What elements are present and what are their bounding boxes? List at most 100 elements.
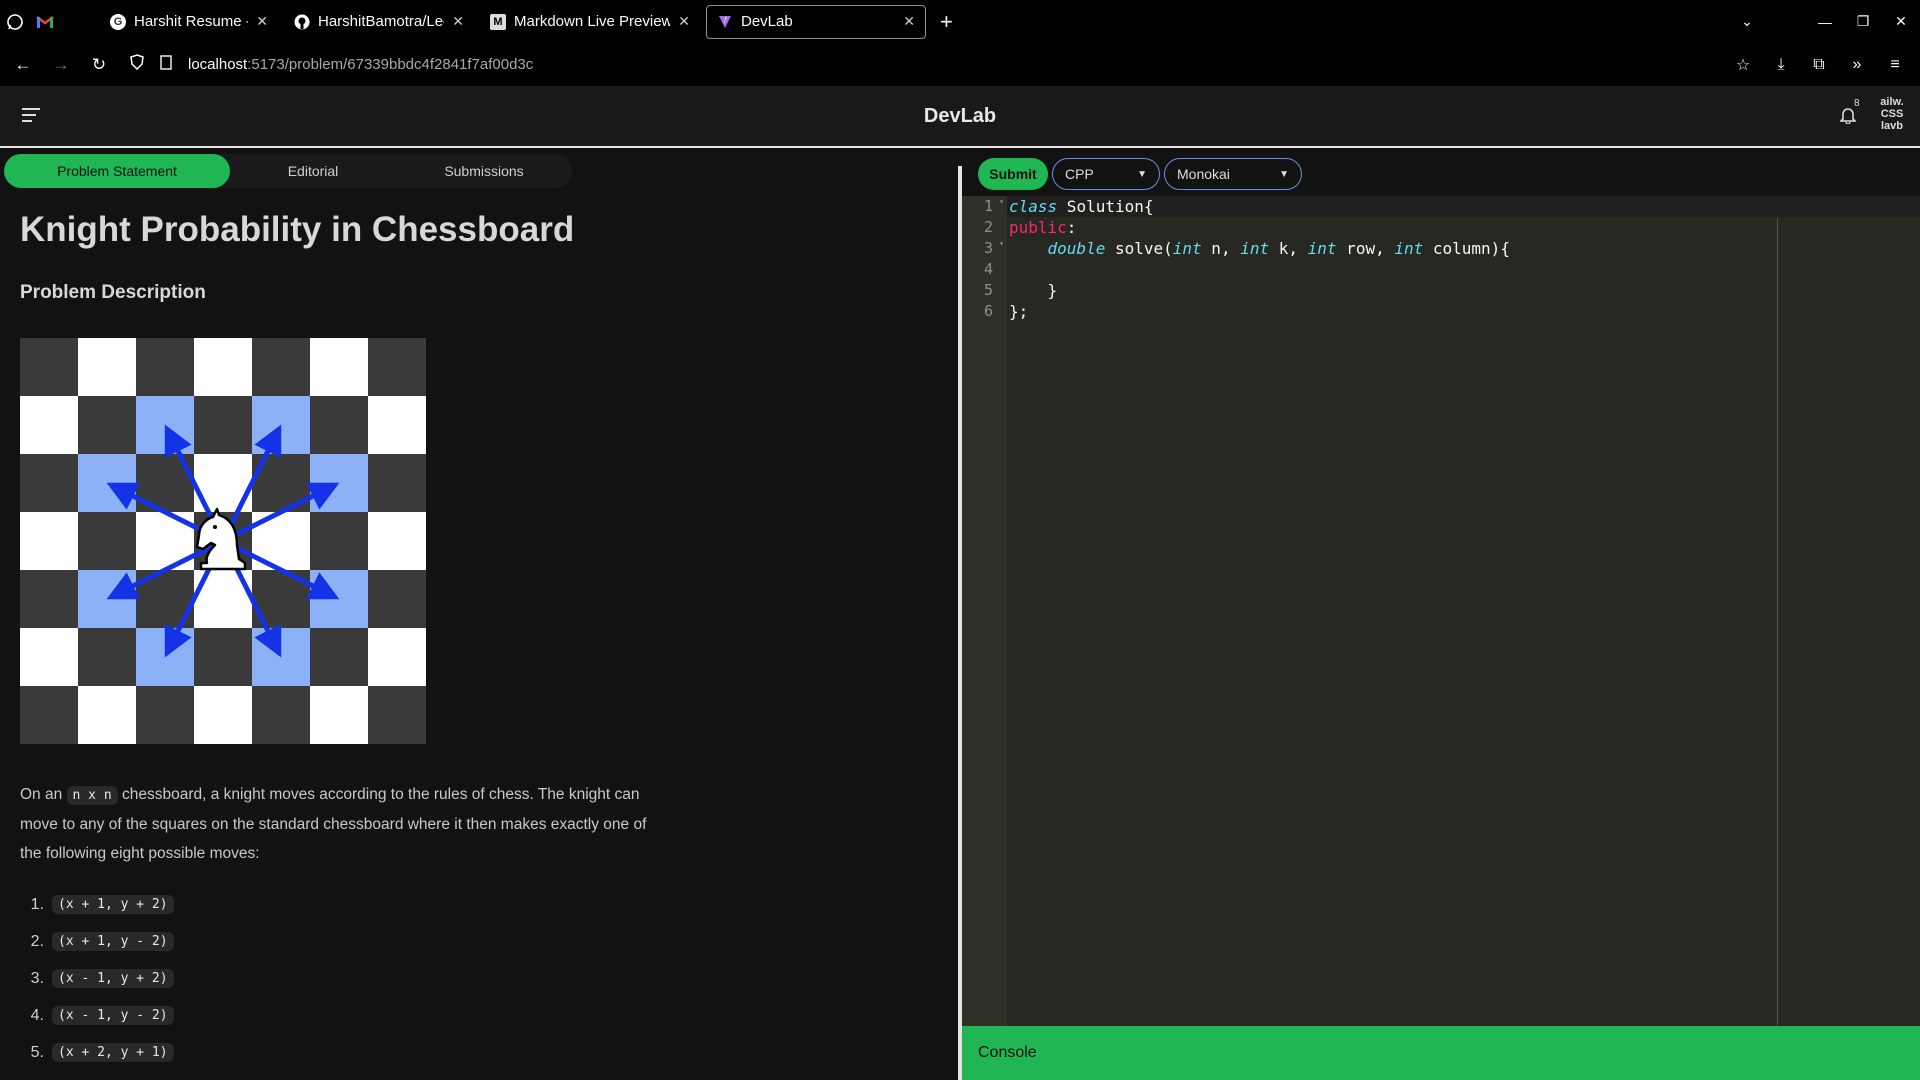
github-icon <box>294 14 310 30</box>
new-tab-button[interactable]: + <box>940 9 953 35</box>
close-tab-icon[interactable]: ✕ <box>678 13 690 30</box>
console-label: Console <box>978 1044 1037 1061</box>
overflow-chevron-icon[interactable]: » <box>1838 56 1876 74</box>
board-square <box>310 338 368 396</box>
board-square <box>78 686 136 744</box>
url-bar[interactable]: localhost:5173/problem/67339bbdc4f2841f7… <box>188 56 533 73</box>
avatar[interactable]: ailw. CSS lavb <box>1872 96 1912 138</box>
board-square <box>252 628 310 686</box>
close-tab-icon[interactable]: ✕ <box>452 13 464 30</box>
browser-tab-resume[interactable]: G Harshit Resume - Online ✕ <box>100 5 278 39</box>
language-value: CPP <box>1065 166 1094 182</box>
console-toggle[interactable]: Console <box>962 1026 1920 1080</box>
board-square <box>310 628 368 686</box>
move-code: (x - 1, y + 2) <box>52 969 174 988</box>
gmail-pinned-tab[interactable] <box>30 0 60 43</box>
notifications-button[interactable]: 8 <box>1839 98 1860 129</box>
problem-content: Knight Probability in Chessboard Problem… <box>20 210 660 1071</box>
list-number: 5. <box>30 1043 44 1061</box>
line-number: 3 ▾ <box>983 239 1004 257</box>
back-icon[interactable]: ← <box>4 55 42 75</box>
app-menu-icon[interactable]: ≡ <box>1876 56 1914 74</box>
tab-title: DevLab <box>741 13 793 30</box>
chevron-down-icon: ▼ <box>1137 168 1147 180</box>
board-square <box>194 396 252 454</box>
google-icon: G <box>110 13 126 30</box>
tab-editorial[interactable]: Editorial <box>230 154 396 188</box>
board-square <box>310 686 368 744</box>
browser-tab-github[interactable]: HarshitBamotra/Leetcod ✕ <box>284 5 474 39</box>
board-square <box>136 686 194 744</box>
restore-button[interactable]: ❐ <box>1844 13 1882 30</box>
fold-arrow-icon[interactable]: ▾ <box>999 197 1004 206</box>
code-line: public: <box>1009 218 1077 237</box>
editor-toolbar: Submit CPP ▼ Monokai ▼ <box>978 158 1302 190</box>
downloads-icon[interactable]: ⤓ <box>1762 56 1800 74</box>
minimize-button[interactable]: — <box>1806 14 1844 30</box>
board-square <box>20 396 78 454</box>
list-item: 2. (x + 1, y - 2) <box>20 923 660 960</box>
close-tab-icon[interactable]: ✕ <box>903 13 915 30</box>
list-item: 4. (x - 1, y - 2) <box>20 997 660 1034</box>
tab-submissions[interactable]: Submissions <box>396 154 572 188</box>
line-number: 6 <box>983 302 993 320</box>
bookmark-star-icon[interactable]: ☆ <box>1724 55 1762 75</box>
gmail-icon <box>36 15 54 28</box>
board-square <box>78 396 136 454</box>
chevron-down-icon: ▼ <box>1279 168 1289 180</box>
close-tab-icon[interactable]: ✕ <box>256 13 268 30</box>
board-square <box>194 686 252 744</box>
list-tabs-icon[interactable]: ⌄ <box>1728 13 1766 30</box>
board-square <box>368 512 426 570</box>
problem-title: Knight Probability in Chessboard <box>20 210 575 249</box>
code-line: double solve(int n, int k, int row, int … <box>1047 239 1510 258</box>
reload-icon[interactable]: ↻ <box>80 55 118 75</box>
browser-navbar: ← → ↻ localhost:5173/problem/67339bbdc4f… <box>0 43 1920 86</box>
fold-arrow-icon[interactable]: ▾ <box>999 239 1004 248</box>
move-code: (x + 1, y + 2) <box>52 895 174 914</box>
board-square <box>368 628 426 686</box>
whatsapp-pinned-tab[interactable] <box>0 0 30 43</box>
forward-icon[interactable]: → <box>42 55 80 75</box>
board-square <box>368 338 426 396</box>
board-square <box>194 338 252 396</box>
moves-list: 1. (x + 1, y + 2) 2. (x + 1, y - 2) 3. (x -… <box>20 886 660 1071</box>
close-window-button[interactable]: ✕ <box>1882 13 1920 30</box>
browser-tabbar: G Harshit Resume - Online ✕ HarshitBamot… <box>0 0 1920 43</box>
submit-button[interactable]: Submit <box>978 158 1048 190</box>
tab-problem-statement[interactable]: Problem Statement <box>4 154 230 188</box>
page-icon[interactable] <box>156 54 176 75</box>
board-square <box>78 454 136 512</box>
language-select[interactable]: CPP ▼ <box>1052 158 1160 190</box>
line-gutter: 1 ▾ 2 3 ▾ 4 5 6 <box>962 196 1007 1026</box>
tab-title: Harshit Resume - Online <box>134 13 248 30</box>
board-square <box>20 454 78 512</box>
app-header: DevLab 8 ailw. CSS lavb <box>0 86 1920 148</box>
site-shield-icon[interactable] <box>118 54 156 75</box>
board-square <box>310 396 368 454</box>
move-code: (x - 1, y - 2) <box>52 1006 174 1025</box>
line-number: 4 <box>983 260 993 278</box>
board-square <box>20 512 78 570</box>
notification-count: 8 <box>1854 98 1860 109</box>
line-number: 1 ▾ <box>983 197 1004 215</box>
app-title: DevLab <box>923 104 997 127</box>
intro-text-a: On an <box>20 786 67 803</box>
whatsapp-icon <box>7 13 23 30</box>
board-square <box>368 570 426 628</box>
theme-select[interactable]: Monokai ▼ <box>1164 158 1302 190</box>
markdown-icon: M <box>490 13 506 30</box>
theme-value: Monokai <box>1177 166 1230 182</box>
code-editor[interactable]: 1 ▾ 2 3 ▾ 4 5 6 class Solution{ public: do… <box>962 196 1920 1026</box>
knight-moves-diagram <box>20 338 426 744</box>
board-square <box>136 396 194 454</box>
avatar-text: ailw. CSS lavb <box>1880 96 1904 132</box>
extensions-icon[interactable]: ⧉ <box>1800 56 1838 74</box>
browser-tab-markdown[interactable]: M Markdown Live Preview ✕ <box>480 5 700 39</box>
url-host: localhost <box>188 56 248 73</box>
board-square <box>78 338 136 396</box>
section-heading: Problem Description <box>20 282 206 303</box>
list-item: 5. (x + 2, y + 1) <box>20 1034 660 1071</box>
browser-tab-devlab[interactable]: DevLab ✕ <box>706 4 926 39</box>
